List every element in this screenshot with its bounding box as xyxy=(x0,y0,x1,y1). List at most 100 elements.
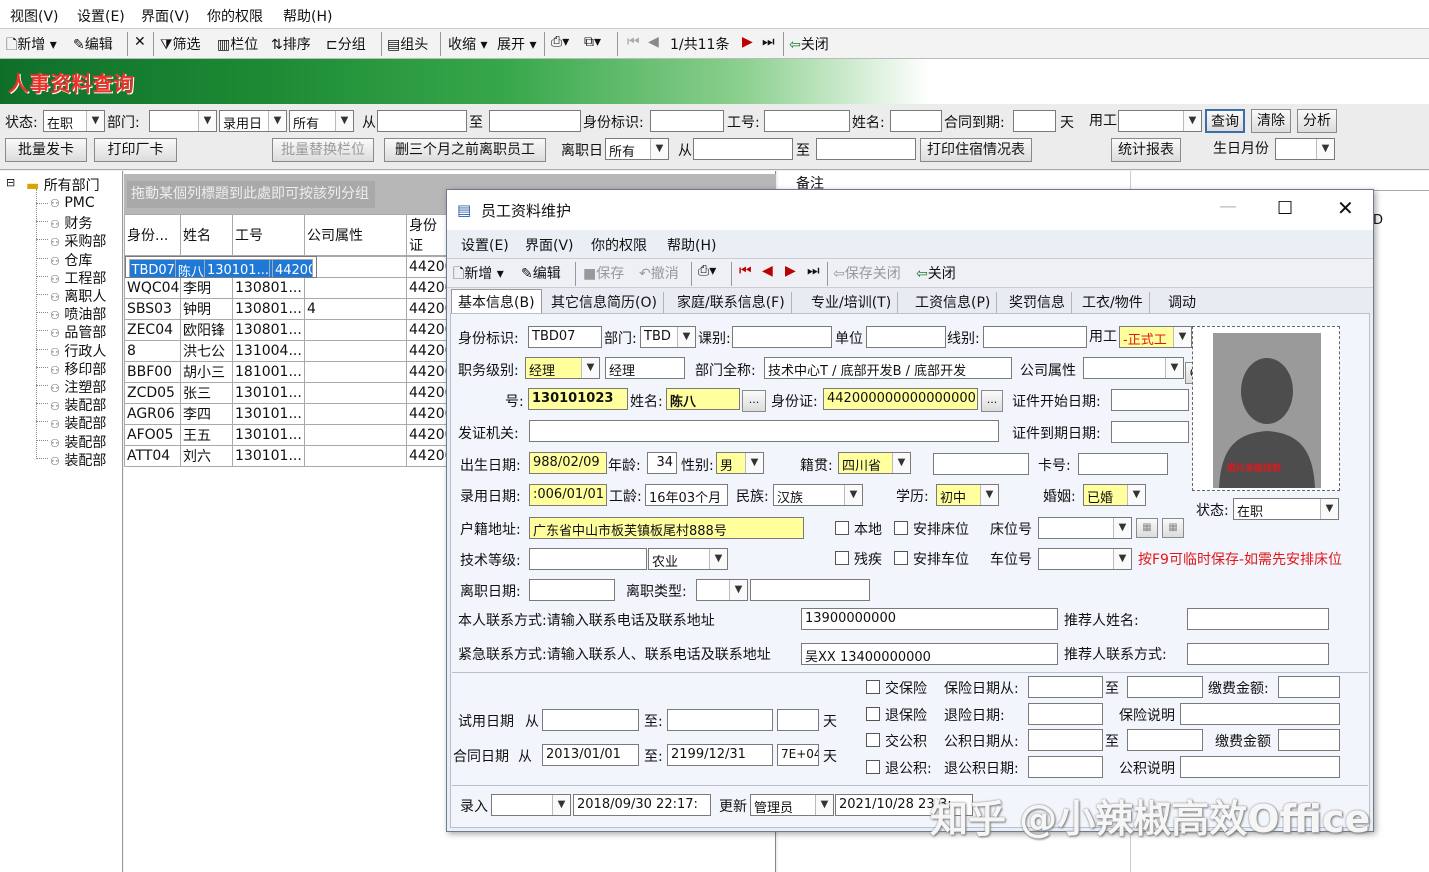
leave-to-input[interactable] xyxy=(816,138,916,160)
delete-icon[interactable]: ✕ xyxy=(134,34,146,50)
birth-month-select[interactable]: ▼ xyxy=(1275,138,1335,160)
date-range-select[interactable]: 所有 ▼ xyxy=(289,110,354,132)
leave-from-input[interactable] xyxy=(693,138,793,160)
tree-dept-node[interactable]: ⚇ 装配部 xyxy=(50,432,106,452)
table-row[interactable]: AFO05王五130101... 44200 xyxy=(124,424,447,446)
dialog-next-icon[interactable]: ▶ xyxy=(785,263,796,279)
tree-root[interactable]: ▬ 所有部门 xyxy=(26,175,100,195)
tree-dept-node[interactable]: ⚇ PMC xyxy=(50,195,95,211)
tree-dept-node[interactable]: ⚇ 财务 xyxy=(50,213,92,233)
tab-reward[interactable]: 奖罚信息 xyxy=(1003,292,1072,314)
new-button[interactable]: 🗋新增 ▾ xyxy=(6,34,57,58)
leave-date-select[interactable]: 所有 ▼ xyxy=(605,138,669,160)
dialog-save-button[interactable]: ■保存 xyxy=(583,263,624,283)
dialog-last-icon[interactable]: ⏭ xyxy=(807,263,820,279)
collapse-button[interactable]: 收缩 ▾ xyxy=(448,34,487,54)
table-row[interactable]: WQC04李明130801... 44200 xyxy=(124,277,447,299)
dialog-menu-help[interactable]: 帮助(H) xyxy=(667,235,716,255)
table-row[interactable]: ZEC04欧阳锋130801... 44200 xyxy=(124,319,447,341)
dialog-first-icon[interactable]: ⏮ xyxy=(739,263,752,279)
first-record-icon[interactable]: ⏮ xyxy=(627,34,640,50)
dialog-edit-button[interactable]: ✎编辑 xyxy=(521,263,561,283)
menu-settings[interactable]: 设置(E) xyxy=(77,6,125,26)
maximize-icon[interactable]: ☐ xyxy=(1277,198,1293,219)
dialog-close-button[interactable]: ⇦关闭 xyxy=(916,263,956,283)
dept-select[interactable]: ▼ xyxy=(149,110,217,132)
dialog-new-button[interactable]: 🗋新增 ▾ xyxy=(453,263,504,287)
filter-button[interactable]: ⧩筛选 xyxy=(160,34,201,54)
tree-dept-node[interactable]: ⚇ 品管部 xyxy=(50,322,106,342)
hire-date-select[interactable]: 录用日 ▼ xyxy=(219,110,287,132)
group-header-button[interactable]: ▤组头 xyxy=(387,34,428,54)
next-record-icon[interactable]: ▶ xyxy=(742,34,753,50)
print-card-button[interactable]: 打印厂卡 xyxy=(94,138,177,162)
minimize-icon[interactable]: — xyxy=(1219,196,1237,217)
menu-interface[interactable]: 界面(V) xyxy=(141,6,190,26)
status-select[interactable]: 在职 ▼ xyxy=(43,110,105,132)
date-from-input[interactable] xyxy=(377,110,467,132)
dialog-menu-settings[interactable]: 设置(E) xyxy=(461,235,509,255)
table-row[interactable]: TBD07 陈八 130101... 44200 xyxy=(124,256,317,278)
table-row[interactable]: 8洪七公131004... 44200 xyxy=(124,340,447,362)
close-button[interactable]: ⇦关闭 xyxy=(789,34,829,54)
tree-dept-node[interactable]: ⚇ 行政人 xyxy=(50,341,106,361)
tree-dept-node[interactable]: ⚇ 注塑部 xyxy=(50,377,106,397)
dialog-prev-icon[interactable]: ◀ xyxy=(762,263,773,279)
table-row[interactable]: ZCD05张三130101... 44200 xyxy=(124,382,447,404)
table-row[interactable]: SBS03钟明130801...444200 xyxy=(124,298,447,320)
id-input[interactable] xyxy=(650,110,724,132)
tab-transfer[interactable]: 调动 xyxy=(1162,292,1202,314)
contract-days-input[interactable] xyxy=(1013,110,1056,132)
clear-button[interactable]: 清除 xyxy=(1251,109,1291,133)
tab-family[interactable]: 家庭/联系信息(F) xyxy=(671,292,792,314)
column-button[interactable]: ▥栏位 xyxy=(217,34,258,54)
dialog-menu-permissions[interactable]: 你的权限 xyxy=(591,235,647,255)
tab-basic[interactable]: 基本信息(B) xyxy=(451,289,542,314)
tab-training[interactable]: 专业/培训(T) xyxy=(805,292,899,314)
tree-dept-node[interactable]: ⚇ 装配部 xyxy=(50,395,106,415)
dialog-print-icon[interactable]: ⎙▾ xyxy=(698,263,716,279)
tree-dept-node[interactable]: ⚇ 采购部 xyxy=(50,231,106,251)
tree-dept-node[interactable]: ⚇ 装配部 xyxy=(50,450,106,470)
tree-dept-node[interactable]: ⚇ 移印部 xyxy=(50,359,106,379)
tree-dept-node[interactable]: ⚇ 喷油部 xyxy=(50,304,106,324)
stat-report-button[interactable]: 统计报表 xyxy=(1111,138,1181,162)
tree-dept-node[interactable]: ⚇ 仓库 xyxy=(50,250,92,270)
last-record-icon[interactable]: ⏭ xyxy=(762,34,775,50)
tab-other[interactable]: 其它信息简历(O) xyxy=(545,292,664,314)
analyze-button[interactable]: 分析 xyxy=(1297,109,1337,133)
batch-card-button[interactable]: 批量发卡 xyxy=(5,138,87,162)
dialog-undo-button[interactable]: ↶撤消 xyxy=(639,263,679,283)
group-button[interactable]: ⊏分组 xyxy=(326,34,366,54)
dialog-saveclose-button[interactable]: ⇦保存关闭 xyxy=(833,263,901,283)
menu-permissions[interactable]: 你的权限 xyxy=(207,6,263,26)
table-row[interactable]: AGR06李四130101... 44200 xyxy=(124,403,447,425)
column-header[interactable]: 公司属性 xyxy=(304,214,407,256)
prev-record-icon[interactable]: ◀ xyxy=(648,34,659,50)
column-header[interactable]: 身份证 xyxy=(406,214,447,256)
print-icon[interactable]: ⎙▾ xyxy=(551,34,569,50)
tree-collapse-icon[interactable]: ⊟ xyxy=(6,176,15,189)
tree-dept-node[interactable]: ⚇ 离职人 xyxy=(50,286,106,306)
tree-dept-node[interactable]: ⚇ 装配部 xyxy=(50,413,106,433)
column-header[interactable]: 身份... xyxy=(124,214,181,256)
print-dorm-button[interactable]: 打印住宿情况表 xyxy=(920,138,1032,162)
tab-salary[interactable]: 工资信息(P) xyxy=(909,292,998,314)
column-header[interactable]: 姓名 xyxy=(180,214,233,256)
batch-replace-button[interactable]: 批量替换栏位 xyxy=(272,138,374,162)
table-row[interactable]: BBF00胡小三181001... 44200 xyxy=(124,361,447,383)
menu-help[interactable]: 帮助(H) xyxy=(283,6,332,26)
edit-button[interactable]: ✎编辑 xyxy=(73,34,113,54)
table-row[interactable]: ATT04刘六130101... 44200 xyxy=(124,445,447,467)
query-button[interactable]: 查询 xyxy=(1205,109,1245,133)
name-input[interactable] xyxy=(890,110,942,132)
tab-uniform[interactable]: 工衣/物件 xyxy=(1076,292,1150,314)
expand-button[interactable]: 展开 ▾ xyxy=(497,34,536,54)
export-icon[interactable]: ⧉▾ xyxy=(584,34,601,50)
date-to-input[interactable] xyxy=(489,110,581,132)
sort-button[interactable]: ⇅排序 xyxy=(271,34,311,54)
menu-view[interactable]: 视图(V) xyxy=(10,6,59,26)
delete-old-resigned-button[interactable]: 删三个月之前离职员工 xyxy=(384,138,546,162)
worktype-select[interactable]: ▼ xyxy=(1118,110,1202,132)
close-window-icon[interactable]: ✕ xyxy=(1337,196,1354,220)
